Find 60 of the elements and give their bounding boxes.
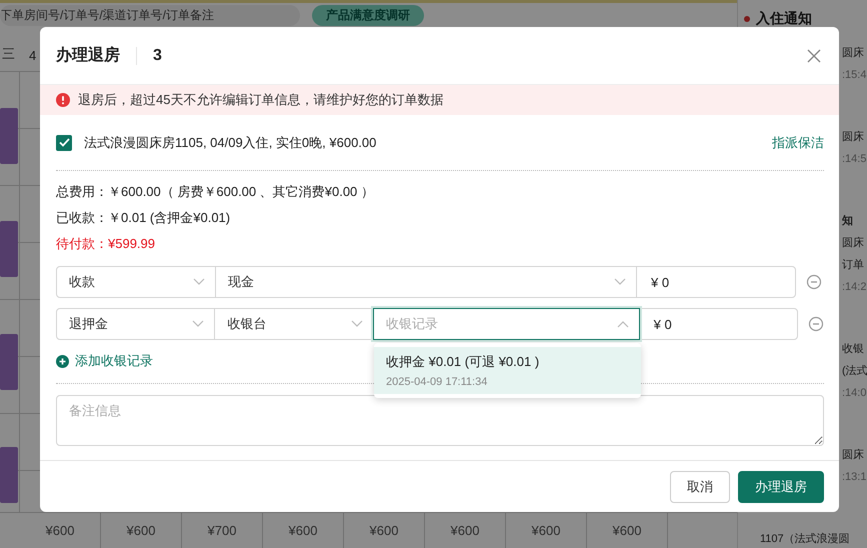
- chevron-icon: [614, 278, 626, 286]
- add-record-button[interactable]: 添加收银记录: [56, 352, 153, 370]
- record-option[interactable]: 收押金 ¥0.01 (可退 ¥0.01 ) 2025-04-09 17:11:34: [374, 347, 641, 394]
- notification-text: :14:0: [842, 386, 866, 401]
- remove-button[interactable]: [806, 274, 822, 290]
- option-time: 2025-04-09 17:11:34: [386, 376, 488, 388]
- notification-text: 收银: [842, 342, 864, 357]
- price-cell: ¥700: [182, 513, 263, 548]
- notification-text: :15:4: [842, 68, 866, 83]
- checkbox[interactable]: [56, 134, 72, 150]
- cancel-button[interactable]: 取消: [670, 470, 730, 502]
- summary-text: 已收款：￥0.01 (含押金¥0.01): [56, 209, 232, 226]
- price-cell: ¥600: [425, 513, 506, 548]
- notification-title: 入住通知: [744, 10, 812, 28]
- price-cell: ¥600: [263, 513, 344, 548]
- summary-text: 待付款：¥599.99: [56, 235, 156, 252]
- notification-text: 1107（法式浪漫圆: [760, 532, 850, 547]
- room-count: 3: [153, 46, 162, 64]
- amount-field[interactable]: ¥ 0: [636, 266, 796, 298]
- price-cell: ¥600: [101, 513, 182, 548]
- remark-field[interactable]: 备注信息: [56, 395, 824, 446]
- notification-text: :14:5: [842, 152, 866, 167]
- add-icon: [56, 354, 69, 368]
- price-cell: ¥600: [344, 513, 425, 548]
- notification-text: 圆床: [842, 448, 864, 463]
- price-cell: ¥600: [506, 513, 587, 548]
- calendar-header: 三: [2, 45, 15, 63]
- price-cell: ¥600: [587, 513, 668, 548]
- remove-icon: [806, 274, 822, 290]
- search-field[interactable]: 下单房间号/订单号/渠道订单号/订单备注: [0, 4, 300, 26]
- type-select[interactable]: 收款: [56, 266, 216, 298]
- alert-text: 退房后，超过45天不允许编辑订单信息，请维护好您的订单数据: [78, 91, 444, 109]
- notification-text: 圆床: [842, 46, 864, 61]
- close-icon: [807, 48, 821, 62]
- chevron-icon: [192, 320, 204, 328]
- close-button[interactable]: [805, 46, 823, 64]
- order-label: 法式浪漫圆床房1105, 04/09入住, 实住0晚, ¥600.00: [84, 134, 376, 152]
- chevron-icon: [616, 320, 629, 328]
- remove-button[interactable]: [808, 316, 824, 332]
- warning-icon: [56, 93, 70, 107]
- method-select[interactable]: 现金: [215, 266, 637, 298]
- dialog-title: 办理退房: [56, 45, 120, 66]
- notification-text: 圆床: [842, 236, 864, 251]
- notification-text: 订单: [842, 258, 864, 273]
- notification-text: :13:1: [842, 470, 866, 485]
- remove-icon: [808, 316, 824, 332]
- chevron-icon: [193, 278, 205, 286]
- notification-text: 知: [842, 214, 853, 229]
- notification-text: :14:2: [842, 280, 866, 295]
- option-title: 收押金 ¥0.01 (可退 ¥0.01 ): [386, 353, 540, 371]
- assign-cleaning-link[interactable]: 指派保洁: [772, 134, 824, 152]
- notification-text: 圆床: [842, 130, 864, 145]
- calendar-header: 4: [29, 48, 36, 63]
- notification-text: (法式: [842, 364, 867, 379]
- chevron-icon: [350, 320, 363, 328]
- method-select[interactable]: 收银台: [214, 308, 374, 340]
- type-select[interactable]: 退押金: [56, 308, 216, 340]
- checkout-button[interactable]: 办理退房: [738, 470, 824, 502]
- summary-text: 总费用：￥600.00（ 房费￥600.00 、其它消费¥0.00 ）: [56, 183, 375, 200]
- price-cell: ¥600: [20, 513, 101, 548]
